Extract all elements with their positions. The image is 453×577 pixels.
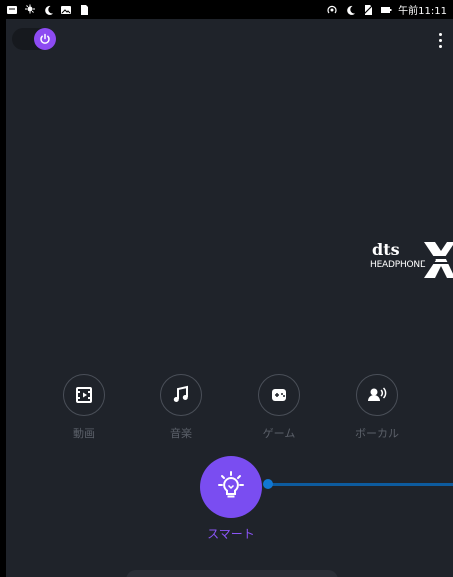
smart-slider-track[interactable] [268, 483, 453, 486]
mode-label: ゲーム [262, 427, 296, 440]
sound-mode-list: 動画 音楽 ゲーム ボーカル [6, 374, 453, 446]
mode-game[interactable]: ゲーム [236, 374, 322, 446]
music-note-icon [160, 374, 202, 416]
status-right-icons: 午前11:11 [320, 2, 453, 17]
headphone-logo-text: HEADPHONE [370, 260, 426, 270]
moon-icon [42, 4, 54, 16]
no-sim-icon [362, 4, 374, 16]
dts-headphone-x-logo: dts HEADPHONE [366, 240, 453, 280]
weather-icon [24, 4, 36, 16]
status-bar: 午前11:11 [0, 0, 453, 19]
power-toggle[interactable] [12, 28, 56, 50]
status-left-icons [0, 4, 96, 16]
sd-card-icon [78, 4, 90, 16]
photo-icon [60, 4, 72, 16]
moon-icon [344, 4, 356, 16]
smart-slider-knob[interactable] [263, 479, 273, 489]
kebab-menu-icon[interactable] [435, 29, 445, 51]
dts-logo-text: dts [372, 240, 400, 259]
mode-label: ボーカル [355, 427, 399, 440]
smart-mode-button[interactable] [200, 456, 262, 518]
dts-app-screen: dts HEADPHONE 動画 音楽 ゲーム ボーカル スマート [6, 19, 453, 577]
smart-mode-label: スマート [207, 527, 255, 541]
message-icon [6, 4, 18, 16]
mode-label: 音楽 [170, 427, 192, 440]
mode-vocal[interactable]: ボーカル [334, 374, 420, 446]
power-icon [34, 28, 56, 50]
hotspot-icon [326, 4, 338, 16]
battery-icon [380, 4, 392, 16]
bulb-icon [218, 471, 244, 498]
mode-movie[interactable]: 動画 [41, 374, 127, 446]
movie-icon [63, 374, 105, 416]
mode-label: 動画 [73, 427, 95, 440]
mode-music[interactable]: 音楽 [138, 374, 224, 446]
bottom-panel-handle[interactable] [126, 570, 338, 577]
status-time: 午前11:11 [398, 6, 447, 17]
x-logo-icon [422, 242, 453, 278]
voice-icon [356, 374, 398, 416]
gamepad-icon [258, 374, 300, 416]
